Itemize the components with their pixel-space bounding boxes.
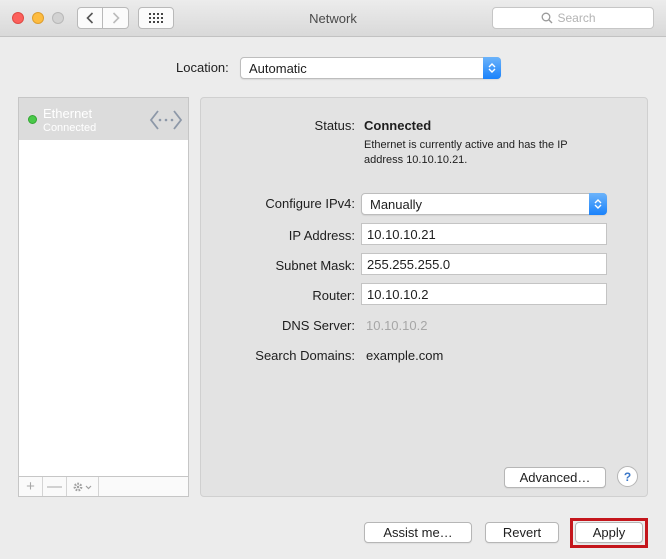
remove-service-button[interactable]: — xyxy=(43,477,67,496)
status-value: Connected xyxy=(364,118,432,133)
subnet-mask-field[interactable] xyxy=(361,253,607,275)
revert-button[interactable]: Revert xyxy=(485,522,559,543)
search-icon xyxy=(541,12,552,24)
search-field[interactable] xyxy=(492,7,654,29)
search-input[interactable] xyxy=(557,11,606,25)
location-label: Location: xyxy=(176,60,229,75)
title-bar: Network xyxy=(0,0,666,37)
ip-address-label: IP Address: xyxy=(288,228,355,243)
router-field[interactable] xyxy=(361,283,607,305)
ethernet-icon xyxy=(149,110,183,130)
router-label: Router: xyxy=(312,288,355,303)
location-popup[interactable]: Automatic xyxy=(240,57,501,79)
ip-address-field[interactable] xyxy=(361,223,607,245)
location-value: Automatic xyxy=(249,61,307,76)
status-label: Status: xyxy=(314,118,355,133)
service-status: Connected xyxy=(43,122,97,134)
configure-ipv4-label: Configure IPv4: xyxy=(265,196,355,211)
status-dot-icon xyxy=(28,115,37,124)
help-button[interactable]: ? xyxy=(617,466,638,487)
subnet-mask-label: Subnet Mask: xyxy=(275,258,356,273)
service-name: Ethernet xyxy=(43,106,93,121)
dns-server-label: DNS Server: xyxy=(282,318,355,333)
service-item-ethernet[interactable]: Ethernet Connected xyxy=(19,98,188,140)
service-list: Ethernet Connected + — xyxy=(18,97,189,497)
advanced-button[interactable]: Advanced… xyxy=(504,467,606,488)
dns-server-value: 10.10.10.2 xyxy=(366,318,428,333)
popup-arrows-icon xyxy=(483,57,501,79)
gear-icon xyxy=(73,482,91,491)
assist-me-button[interactable]: Assist me… xyxy=(364,522,472,543)
search-domains-value: example.com xyxy=(366,348,444,363)
add-service-button[interactable]: + xyxy=(19,477,43,496)
popup-arrows-icon xyxy=(589,193,607,215)
status-description: Ethernet is currently active and has the… xyxy=(364,139,568,166)
service-actions-button[interactable] xyxy=(67,477,99,496)
service-list-toolbar: + — xyxy=(19,476,188,496)
configure-ipv4-popup[interactable]: Manually xyxy=(361,193,607,215)
apply-highlight-box xyxy=(570,518,648,548)
configure-ipv4-value: Manually xyxy=(370,197,423,212)
search-domains-label: Search Domains: xyxy=(255,348,355,363)
